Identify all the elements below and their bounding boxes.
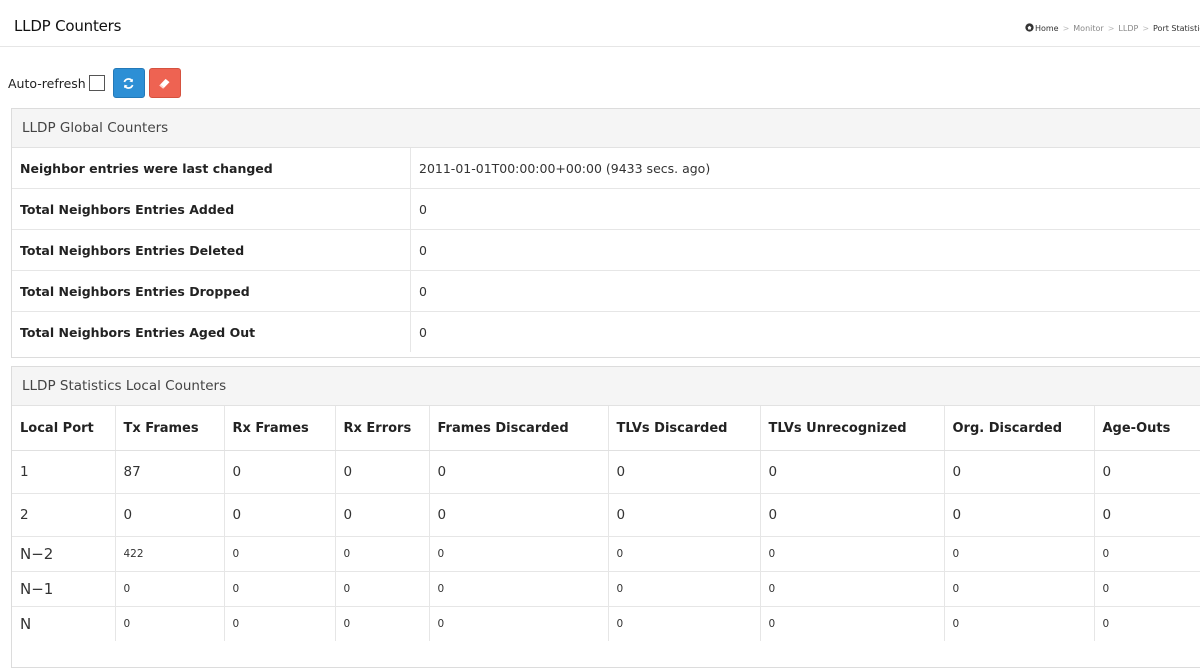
local-counters-panel: LLDP Statistics Local Counters Local Por…	[11, 366, 1200, 668]
page-header: LLDP Counters Home>Monitor>LLDP>Port Sta…	[0, 0, 1200, 47]
cell-local-port: N	[12, 607, 115, 642]
column-header-rx-frames: Rx Frames	[224, 406, 335, 451]
table-row: Total Neighbors Entries Deleted 0	[12, 230, 1200, 271]
cell-tx-frames: 0	[115, 572, 224, 607]
eraser-icon	[158, 77, 171, 90]
cell-org-discarded: 0	[944, 537, 1094, 572]
table-row: 2 0 0 0 0 0 0 0 0	[12, 494, 1200, 537]
counter-label: Neighbor entries were last changed	[12, 148, 411, 189]
cell-tlvs-unrecognized: 0	[760, 451, 944, 494]
column-header-age-outs: Age-Outs	[1094, 406, 1200, 451]
cell-rx-frames: 0	[224, 607, 335, 642]
toolbar: Auto-refresh	[8, 67, 185, 99]
column-header-local-port: Local Port	[12, 406, 115, 451]
cell-org-discarded: 0	[944, 572, 1094, 607]
table-row: 1 87 0 0 0 0 0 0 0	[12, 451, 1200, 494]
cell-tlvs-discarded: 0	[608, 537, 760, 572]
auto-refresh-checkbox[interactable]	[89, 75, 105, 91]
cell-frames-discarded: 0	[429, 607, 608, 642]
table-row: N−2 422 0 0 0 0 0 0 0	[12, 537, 1200, 572]
cell-tlvs-unrecognized: 0	[760, 537, 944, 572]
cell-rx-errors: 0	[335, 572, 429, 607]
cell-age-outs: 0	[1094, 607, 1200, 642]
cell-rx-errors: 0	[335, 494, 429, 537]
cell-rx-errors: 0	[335, 537, 429, 572]
counter-label: Total Neighbors Entries Dropped	[12, 271, 411, 312]
table-row: Total Neighbors Entries Added 0	[12, 189, 1200, 230]
breadcrumb-separator: >	[1142, 24, 1149, 33]
cell-local-port: 2	[12, 494, 115, 537]
column-header-rx-errors: Rx Errors	[335, 406, 429, 451]
cell-org-discarded: 0	[944, 494, 1094, 537]
auto-refresh-label: Auto-refresh	[8, 76, 86, 91]
counter-value: 0	[411, 189, 1200, 230]
cell-age-outs: 0	[1094, 494, 1200, 537]
breadcrumb-current: Port Statistics	[1153, 24, 1200, 33]
refresh-button[interactable]	[113, 68, 145, 98]
cell-tlvs-discarded: 0	[608, 572, 760, 607]
cell-local-port: 1	[12, 451, 115, 494]
breadcrumb: Home>Monitor>LLDP>Port Statistics	[1025, 23, 1200, 33]
refresh-icon	[122, 77, 135, 90]
counter-value: 0	[411, 312, 1200, 353]
cell-rx-errors: 0	[335, 607, 429, 642]
cell-tx-frames: 87	[115, 451, 224, 494]
cell-local-port: N−1	[12, 572, 115, 607]
local-counters-table: Local Port Tx Frames Rx Frames Rx Errors…	[12, 406, 1200, 641]
counter-label: Total Neighbors Entries Added	[12, 189, 411, 230]
column-header-tlvs-unrecognized: TLVs Unrecognized	[760, 406, 944, 451]
global-counters-table: Neighbor entries were last changed 2011-…	[12, 148, 1200, 352]
cell-tlvs-unrecognized: 0	[760, 607, 944, 642]
column-header-tlvs-discarded: TLVs Discarded	[608, 406, 760, 451]
local-counters-heading: LLDP Statistics Local Counters	[12, 367, 1200, 406]
page-title: LLDP Counters	[14, 17, 121, 35]
cell-tlvs-discarded: 0	[608, 607, 760, 642]
clear-button[interactable]	[149, 68, 181, 98]
cell-tx-frames: 0	[115, 607, 224, 642]
global-counters-heading: LLDP Global Counters	[12, 109, 1200, 148]
table-row: Total Neighbors Entries Dropped 0	[12, 271, 1200, 312]
breadcrumb-lldp[interactable]: LLDP	[1118, 24, 1138, 33]
cell-rx-frames: 0	[224, 494, 335, 537]
counter-value: 0	[411, 230, 1200, 271]
cell-rx-frames: 0	[224, 451, 335, 494]
cell-rx-frames: 0	[224, 537, 335, 572]
cell-age-outs: 0	[1094, 537, 1200, 572]
cell-tlvs-discarded: 0	[608, 494, 760, 537]
breadcrumb-home[interactable]: Home	[1035, 24, 1059, 33]
table-row: N 0 0 0 0 0 0 0 0	[12, 607, 1200, 642]
cell-org-discarded: 0	[944, 607, 1094, 642]
cell-local-port: N−2	[12, 537, 115, 572]
counter-label: Total Neighbors Entries Aged Out	[12, 312, 411, 353]
cell-tlvs-unrecognized: 0	[760, 572, 944, 607]
cell-frames-discarded: 0	[429, 451, 608, 494]
column-header-org-discarded: Org. Discarded	[944, 406, 1094, 451]
column-header-tx-frames: Tx Frames	[115, 406, 224, 451]
global-counters-panel: LLDP Global Counters Neighbor entries we…	[11, 108, 1200, 358]
breadcrumb-separator: >	[1063, 24, 1070, 33]
cell-tlvs-unrecognized: 0	[760, 494, 944, 537]
counter-value: 0	[411, 271, 1200, 312]
breadcrumb-separator: >	[1108, 24, 1115, 33]
cell-tx-frames: 422	[115, 537, 224, 572]
cell-tx-frames: 0	[115, 494, 224, 537]
counter-value: 2011-01-01T00:00:00+00:00 (9433 secs. ag…	[411, 148, 1200, 189]
column-header-frames-discarded: Frames Discarded	[429, 406, 608, 451]
cell-frames-discarded: 0	[429, 494, 608, 537]
counter-label: Total Neighbors Entries Deleted	[12, 230, 411, 271]
cell-rx-errors: 0	[335, 451, 429, 494]
breadcrumb-monitor[interactable]: Monitor	[1073, 24, 1103, 33]
cell-rx-frames: 0	[224, 572, 335, 607]
cell-tlvs-discarded: 0	[608, 451, 760, 494]
table-row: N−1 0 0 0 0 0 0 0 0	[12, 572, 1200, 607]
table-row: Total Neighbors Entries Aged Out 0	[12, 312, 1200, 353]
cell-age-outs: 0	[1094, 451, 1200, 494]
cell-age-outs: 0	[1094, 572, 1200, 607]
table-row: Neighbor entries were last changed 2011-…	[12, 148, 1200, 189]
table-header-row: Local Port Tx Frames Rx Frames Rx Errors…	[12, 406, 1200, 451]
cell-frames-discarded: 0	[429, 537, 608, 572]
cell-org-discarded: 0	[944, 451, 1094, 494]
cell-frames-discarded: 0	[429, 572, 608, 607]
home-icon[interactable]	[1025, 23, 1034, 32]
